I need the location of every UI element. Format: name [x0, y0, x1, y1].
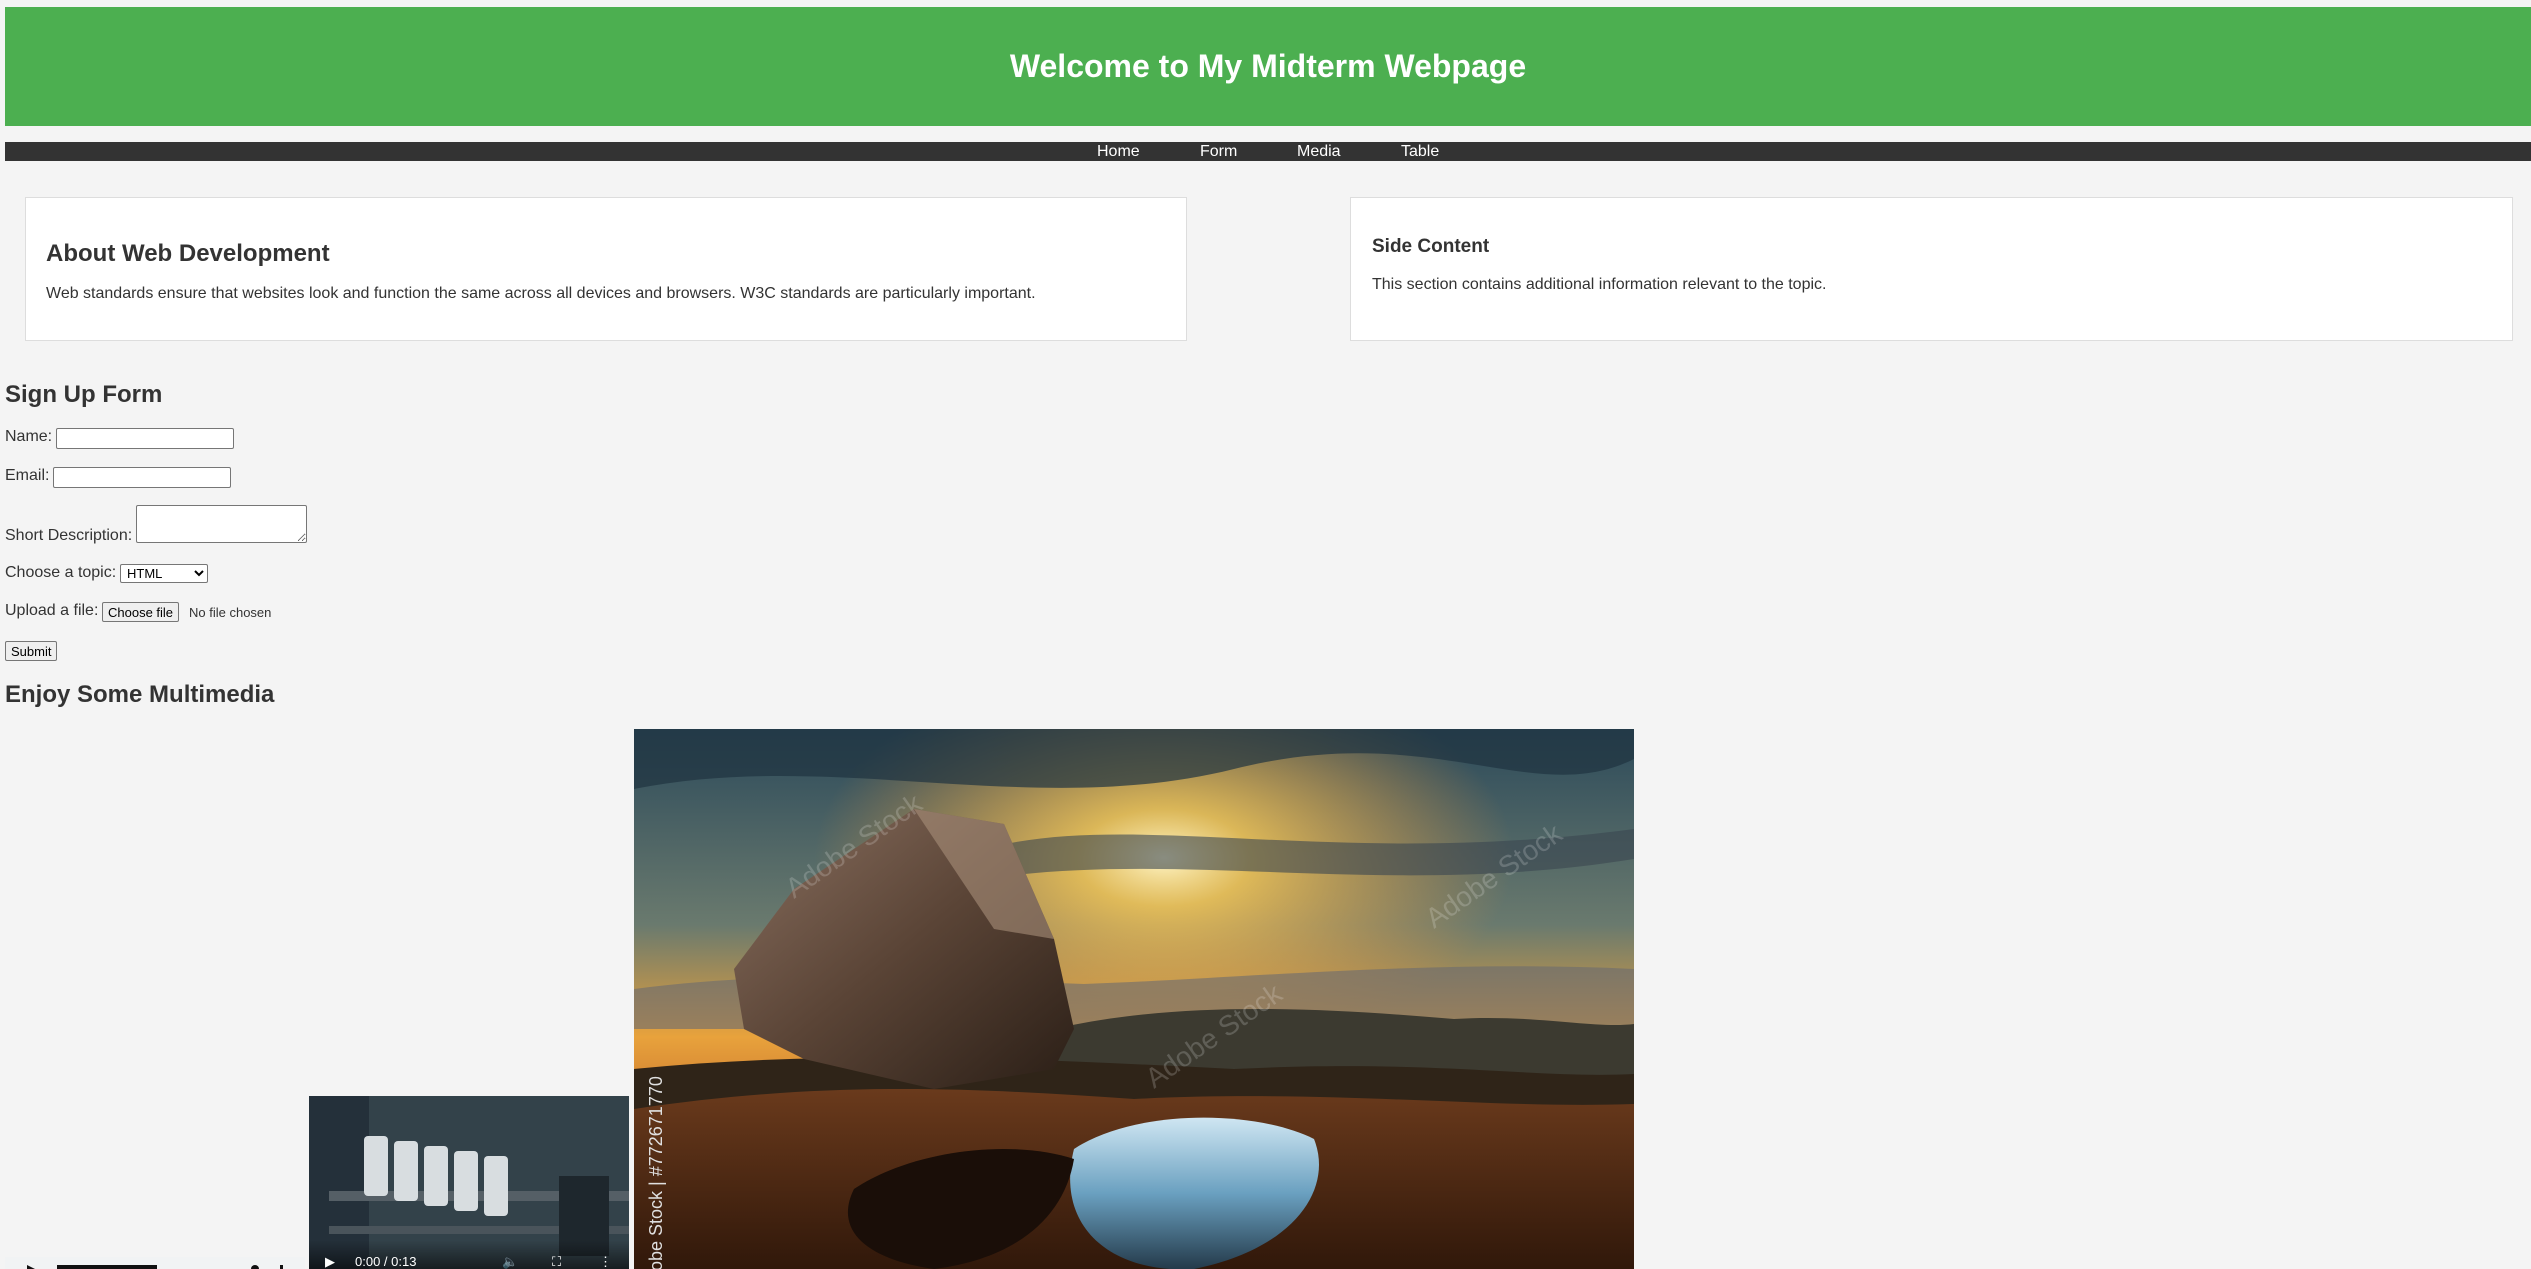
nav-link-form[interactable]: Form	[1200, 142, 1237, 161]
about-text: Web standards ensure that websites look …	[46, 285, 1036, 302]
page-title: Welcome to My Midterm Webpage	[1009, 48, 1527, 84]
choose-file-button[interactable]: Choose file	[102, 602, 180, 622]
page: Welcome to My Midterm Webpage Home Form …	[0, 0, 2531, 1269]
image-caption: dobe Stock | #772671770	[646, 1076, 666, 1269]
audio-player[interactable]	[5, 1257, 305, 1269]
upload-label: Upload a file:	[5, 602, 99, 619]
volume-icon[interactable]: 🔈	[502, 1254, 518, 1269]
email-label: Email:	[5, 467, 50, 484]
name-input[interactable]	[56, 428, 234, 449]
submit-button[interactable]: Submit	[5, 641, 58, 661]
navbar: Home Form Media Table	[5, 142, 2531, 161]
email-input[interactable]	[53, 467, 231, 488]
form-title: Sign Up Form	[5, 381, 163, 408]
side-card: Side Content This section contains addit…	[1350, 197, 2513, 341]
landscape-image: dobe Stock | #772671770 Adobe Stock Adob…	[634, 729, 1634, 1269]
fullscreen-icon[interactable]: ⛶	[552, 1254, 561, 1269]
audio-controls-partial	[5, 1257, 305, 1269]
nav-link-media[interactable]: Media	[1297, 142, 1341, 161]
video-time: 0:00 / 0:13	[355, 1254, 417, 1269]
about-heading: About Web Development	[46, 240, 330, 267]
topic-select[interactable]: HTML	[120, 564, 208, 583]
video-controls: ▶ 0:00 / 0:13 🔈 ⛶ ⋮	[309, 1240, 629, 1269]
nav-link-home[interactable]: Home	[1097, 142, 1140, 161]
media-title: Enjoy Some Multimedia	[5, 681, 275, 708]
play-icon[interactable]: ▶	[325, 1254, 335, 1269]
topic-label: Choose a topic:	[5, 564, 117, 581]
description-textarea[interactable]	[136, 505, 307, 543]
file-status: No file chosen	[189, 605, 272, 620]
landscape-illustration: dobe Stock | #772671770 Adobe Stock Adob…	[634, 729, 1634, 1269]
video-player[interactable]: ▶ 0:00 / 0:13 🔈 ⛶ ⋮	[309, 1096, 629, 1269]
more-options-icon[interactable]: ⋮	[599, 1254, 612, 1269]
name-label: Name:	[5, 428, 53, 445]
side-heading: Side Content	[1372, 236, 1490, 257]
side-text: This section contains additional informa…	[1372, 276, 1827, 293]
description-label: Short Description:	[5, 527, 133, 544]
page-header: Welcome to My Midterm Webpage	[5, 7, 2531, 126]
nav-link-table[interactable]: Table	[1401, 142, 1439, 161]
about-card: About Web Development Web standards ensu…	[25, 197, 1187, 341]
